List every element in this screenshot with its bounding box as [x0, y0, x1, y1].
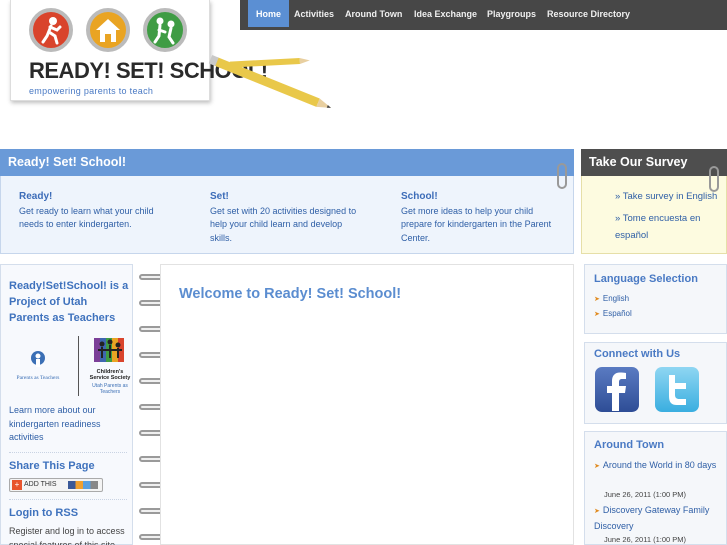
divider [9, 499, 127, 500]
school-house-icon [86, 8, 130, 52]
paper-clip-icon [557, 163, 567, 189]
event-date: June 26, 2011 (1:00 PM) [604, 535, 686, 544]
facebook-icon[interactable] [595, 367, 639, 412]
twitter-icon[interactable] [655, 367, 699, 412]
arrow-right-icon: ➤ [594, 463, 600, 470]
csc-label-line2: Service Society [89, 375, 131, 381]
nav-idea-exchange[interactable]: Idea Exchange [414, 0, 477, 27]
runner-icon [29, 8, 73, 52]
kids-playing-icon [143, 8, 187, 52]
language-english-label: English [602, 294, 630, 303]
nav-resource-directory[interactable]: Resource Directory [547, 0, 630, 27]
intro-school: School! Get more ideas to help your chil… [401, 190, 556, 245]
childrens-service-society-logo[interactable]: Children's Service Society Utah Parents … [86, 336, 134, 395]
intro-ready-text: Get ready to learn what your child needs… [19, 205, 154, 230]
login-text: Register and log in to access special fe… [9, 526, 125, 545]
pencils-illustration [208, 55, 332, 108]
intro-school-heading: School! [401, 191, 438, 202]
intro-set-text: Get set with 20 activities designed to h… [210, 205, 357, 243]
nav-activities[interactable]: Activities [294, 0, 334, 27]
intro-set-heading: Set! [210, 191, 229, 202]
addthis-label: ADD THIS [24, 481, 57, 488]
site-logo[interactable]: READY! SET! SCHOOL! empowering parents t… [10, 0, 268, 101]
parents-as-teachers-logo[interactable]: Parents as Teachers [8, 350, 68, 381]
learn-more-link[interactable]: Learn more about our kindergarten readin… [9, 404, 127, 445]
intro-set: Set! Get set with 20 activities designed… [210, 190, 365, 245]
language-spanish-label: Español [602, 309, 632, 318]
language-spanish-link[interactable]: ➤ Español [594, 309, 632, 318]
main-banner-title: Ready! Set! School! [0, 149, 574, 176]
children-silhouettes-icon [94, 338, 124, 362]
language-english-link[interactable]: ➤ English [594, 294, 629, 303]
share-services-icon [68, 481, 98, 489]
nav-around-town[interactable]: Around Town [345, 0, 402, 27]
event-title: Around the World in 80 days [602, 460, 717, 470]
event-link[interactable]: ➤ Around the World in 80 days [594, 458, 722, 474]
intro-ready: Ready! Get ready to learn what your chil… [19, 190, 174, 232]
around-town-heading: Around Town [594, 439, 665, 451]
logo-divider [78, 336, 79, 396]
welcome-heading: Welcome to Ready! Set! School! [179, 286, 402, 302]
intro-school-text: Get more ideas to help your child prepar… [401, 205, 552, 243]
language-heading: Language Selection [594, 273, 698, 285]
family-icon [31, 351, 45, 367]
addthis-button[interactable]: + ADD THIS [9, 478, 103, 492]
csc-label-line3: Utah Parents as Teachers [92, 383, 128, 395]
paper-clip-icon [709, 166, 719, 192]
share-heading: Share This Page [9, 460, 95, 472]
project-title: Ready!Set!School! is a Project of Utah P… [9, 280, 129, 324]
event-date: June 26, 2011 (1:00 PM) [604, 490, 686, 499]
nav-playgroups[interactable]: Playgroups [487, 0, 536, 27]
login-heading: Login to RSS [9, 507, 79, 519]
intro-ready-heading: Ready! [19, 191, 53, 202]
connect-heading: Connect with Us [594, 348, 681, 360]
arrow-right-icon: ➤ [594, 296, 600, 303]
plus-icon: + [12, 480, 22, 490]
survey-banner-title: Take Our Survey [581, 149, 727, 176]
event-link[interactable]: ➤ Discovery Gateway Family Discovery [594, 503, 722, 534]
nav-home[interactable]: Home [248, 0, 290, 27]
main-content [160, 264, 574, 545]
logo-tagline: empowering parents to teach [29, 86, 154, 96]
arrow-right-icon: ➤ [594, 508, 600, 515]
survey-spanish-link[interactable]: » Tome encuesta en español [615, 210, 720, 244]
divider [9, 452, 127, 453]
survey-english-link[interactable]: » Take survey in English [615, 188, 720, 205]
event-title: Discovery Gateway Family Discovery [594, 505, 710, 531]
parents-as-teachers-label: Parents as Teachers [16, 375, 60, 381]
arrow-right-icon: ➤ [594, 311, 600, 318]
